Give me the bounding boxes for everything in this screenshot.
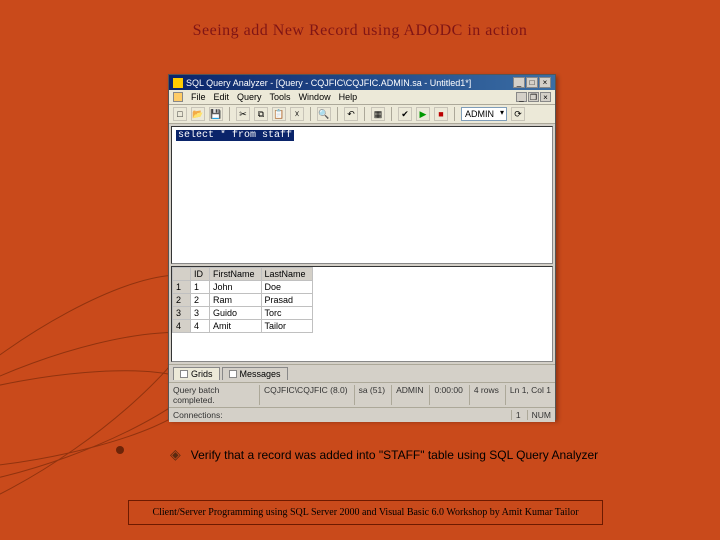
window-title: SQL Query Analyzer - [Query - CQJFIC\CQJ… bbox=[186, 78, 471, 88]
results-grid-pane[interactable]: ID FirstName LastName 1 1 John Doe 2 2 R… bbox=[171, 266, 553, 362]
status-conn-count: 1 bbox=[511, 410, 521, 420]
row-num: 2 bbox=[173, 294, 191, 307]
corner-cell bbox=[173, 268, 191, 281]
cell: Ram bbox=[210, 294, 262, 307]
database-dropdown[interactable]: ADMIN bbox=[461, 107, 507, 121]
separator bbox=[391, 107, 392, 121]
tab-label: Grids bbox=[191, 369, 213, 379]
cell: 4 bbox=[191, 320, 210, 333]
paste-button[interactable]: 📋 bbox=[272, 107, 286, 121]
save-button[interactable]: 💾 bbox=[209, 107, 223, 121]
copy-button[interactable]: ⧉ bbox=[254, 107, 268, 121]
header-row: ID FirstName LastName bbox=[173, 268, 313, 281]
cell: Amit bbox=[210, 320, 262, 333]
app-icon bbox=[173, 78, 183, 88]
results-table: ID FirstName LastName 1 1 John Doe 2 2 R… bbox=[172, 267, 313, 333]
cell: 1 bbox=[191, 281, 210, 294]
menu-query[interactable]: Query bbox=[237, 92, 262, 102]
open-button[interactable]: 📂 bbox=[191, 107, 205, 121]
cut-button[interactable]: ✂ bbox=[236, 107, 250, 121]
object-browser-button[interactable]: ⟳ bbox=[511, 107, 525, 121]
table-row[interactable]: 3 3 Guido Torc bbox=[173, 307, 313, 320]
mdi-restore-button[interactable]: ❐ bbox=[528, 92, 539, 102]
clear-button[interactable]: ☓ bbox=[290, 107, 304, 121]
mdi-minimize-button[interactable]: _ bbox=[516, 92, 527, 102]
minimize-button[interactable]: _ bbox=[513, 77, 525, 88]
cell: Torc bbox=[261, 307, 312, 320]
col-firstname[interactable]: FirstName bbox=[210, 268, 262, 281]
tab-messages[interactable]: Messages bbox=[222, 367, 288, 380]
cancel-button[interactable]: ■ bbox=[434, 107, 448, 121]
query-text: select * from staff bbox=[176, 130, 294, 141]
status-user: sa (51) bbox=[354, 385, 385, 405]
status-bar-2: Connections: 1 NUM bbox=[169, 407, 555, 422]
grids-icon bbox=[180, 370, 188, 378]
new-query-button[interactable]: □ bbox=[173, 107, 187, 121]
menubar: File Edit Query Tools Window Help _ ❐ × bbox=[169, 90, 555, 105]
table-row[interactable]: 2 2 Ram Prasad bbox=[173, 294, 313, 307]
close-button[interactable]: × bbox=[539, 77, 551, 88]
results-mode-button[interactable]: ▦ bbox=[371, 107, 385, 121]
tab-grids[interactable]: Grids bbox=[173, 367, 220, 380]
menu-help[interactable]: Help bbox=[339, 92, 358, 102]
menu-file[interactable]: File bbox=[191, 92, 206, 102]
cell: Guido bbox=[210, 307, 262, 320]
separator bbox=[454, 107, 455, 121]
bullet-text: Verify that a record was added into "STA… bbox=[191, 448, 598, 462]
cell: Tailor bbox=[261, 320, 312, 333]
status-rows: 4 rows bbox=[469, 385, 499, 405]
database-selected: ADMIN bbox=[465, 109, 494, 119]
status-db: ADMIN bbox=[391, 385, 423, 405]
status-message: Query batch completed. bbox=[173, 385, 253, 405]
parse-button[interactable]: ✔ bbox=[398, 107, 412, 121]
bullet-icon: ◈ bbox=[170, 446, 181, 463]
row-num: 3 bbox=[173, 307, 191, 320]
window-controls: _ □ × bbox=[513, 77, 551, 88]
sql-query-analyzer-window: SQL Query Analyzer - [Query - CQJFIC\CQJ… bbox=[168, 74, 556, 420]
titlebar: SQL Query Analyzer - [Query - CQJFIC\CQJ… bbox=[169, 75, 555, 90]
separator bbox=[229, 107, 230, 121]
result-tabs: Grids Messages bbox=[169, 364, 555, 382]
table-row[interactable]: 4 4 Amit Tailor bbox=[173, 320, 313, 333]
cell: 2 bbox=[191, 294, 210, 307]
separator bbox=[310, 107, 311, 121]
find-button[interactable]: 🔍 bbox=[317, 107, 331, 121]
toolbar: □ 📂 💾 ✂ ⧉ 📋 ☓ 🔍 ↶ ▦ ✔ ▶ ■ ADMIN ⟳ bbox=[169, 105, 555, 124]
undo-button[interactable]: ↶ bbox=[344, 107, 358, 121]
menu-tools[interactable]: Tools bbox=[270, 92, 291, 102]
cell: John bbox=[210, 281, 262, 294]
cell: 3 bbox=[191, 307, 210, 320]
status-conn-label: Connections: bbox=[173, 410, 505, 420]
cell: Doe bbox=[261, 281, 312, 294]
menu-edit[interactable]: Edit bbox=[214, 92, 230, 102]
separator bbox=[337, 107, 338, 121]
menu-window[interactable]: Window bbox=[299, 92, 331, 102]
slide-footer: Client/Server Programming using SQL Serv… bbox=[128, 500, 603, 525]
slide-bullet: ◈ Verify that a record was added into "S… bbox=[170, 446, 598, 463]
maximize-button[interactable]: □ bbox=[526, 77, 538, 88]
status-bar-1: Query batch completed. CQJFIC\CQJFIC (8.… bbox=[169, 382, 555, 407]
mdi-close-button[interactable]: × bbox=[540, 92, 551, 102]
status-numlock: NUM bbox=[527, 410, 551, 420]
tab-label: Messages bbox=[240, 369, 281, 379]
status-server: CQJFIC\CQJFIC (8.0) bbox=[259, 385, 348, 405]
separator bbox=[364, 107, 365, 121]
execute-button[interactable]: ▶ bbox=[416, 107, 430, 121]
cell: Prasad bbox=[261, 294, 312, 307]
slide-title: Seeing add New Record using ADODC in act… bbox=[0, 0, 720, 40]
table-row[interactable]: 1 1 John Doe bbox=[173, 281, 313, 294]
row-num: 4 bbox=[173, 320, 191, 333]
status-cursor: Ln 1, Col 1 bbox=[505, 385, 551, 405]
col-id[interactable]: ID bbox=[191, 268, 210, 281]
messages-icon bbox=[229, 370, 237, 378]
query-editor[interactable]: select * from staff bbox=[171, 126, 553, 264]
col-lastname[interactable]: LastName bbox=[261, 268, 312, 281]
row-num: 1 bbox=[173, 281, 191, 294]
doc-icon bbox=[173, 92, 183, 102]
status-time: 0:00:00 bbox=[429, 385, 462, 405]
